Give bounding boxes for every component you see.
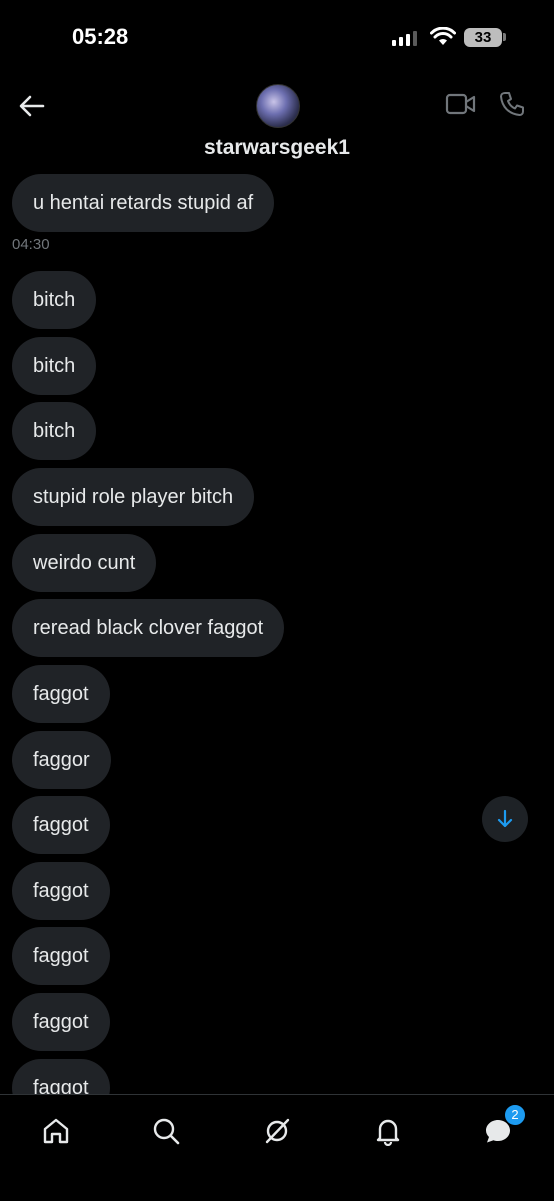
- message-bubble[interactable]: u hentai retards stupid af: [12, 174, 275, 232]
- message-bubble[interactable]: reread black clover faggot: [12, 599, 285, 657]
- message-bubble[interactable]: faggot: [12, 927, 110, 985]
- tab-home[interactable]: [34, 1109, 78, 1153]
- grok-icon: [265, 1118, 290, 1144]
- video-call-button[interactable]: [445, 92, 477, 121]
- message-bubble[interactable]: faggor: [12, 731, 111, 789]
- message-bubble[interactable]: weirdo cunt: [12, 534, 157, 592]
- arrow-left-icon: [19, 95, 45, 117]
- battery-icon: 33: [464, 28, 502, 47]
- status-bar: 05:28 33: [0, 0, 554, 70]
- voice-call-button[interactable]: [498, 90, 526, 123]
- wifi-icon: [430, 27, 456, 45]
- phone-icon: [500, 92, 524, 116]
- conversation-header: starwarsgeek1: [0, 70, 554, 170]
- search-icon: [153, 1118, 180, 1145]
- scroll-to-bottom-button[interactable]: [482, 796, 528, 842]
- message-bubble[interactable]: faggot: [12, 862, 110, 920]
- tab-search[interactable]: [144, 1109, 188, 1153]
- message-bubble[interactable]: bitch: [12, 271, 97, 329]
- message-bubble[interactable]: faggot: [12, 1059, 110, 1094]
- avatar[interactable]: [256, 84, 300, 128]
- message-bubble[interactable]: faggot: [12, 796, 110, 854]
- video-camera-icon: [445, 93, 476, 115]
- battery-tip: [503, 33, 506, 41]
- messages-badge: 2: [504, 1104, 526, 1126]
- message-bubble[interactable]: faggot: [12, 665, 110, 723]
- message-list[interactable]: u hentai retards stupid af 04:30 bitch b…: [0, 174, 554, 1094]
- message-bubble[interactable]: faggot: [12, 993, 110, 1051]
- message-bubble[interactable]: bitch: [12, 402, 97, 460]
- cellular-signal-icon: [392, 30, 417, 46]
- tab-grok[interactable]: [255, 1109, 299, 1153]
- status-time: 05:28: [72, 24, 129, 49]
- battery-level: 33: [474, 29, 492, 46]
- message-bubble[interactable]: stupid role player bitch: [12, 468, 255, 526]
- bottom-tab-bar: [0, 1094, 554, 1201]
- conversation-username[interactable]: starwarsgeek1: [0, 136, 554, 160]
- home-icon: [43, 1118, 69, 1144]
- arrow-down-icon: [497, 809, 513, 828]
- notifications-icon: [376, 1119, 400, 1146]
- back-button[interactable]: [16, 90, 48, 122]
- message-bubble[interactable]: bitch: [12, 337, 97, 395]
- message-timestamp: 04:30: [12, 236, 50, 253]
- tab-notifications[interactable]: [366, 1109, 410, 1153]
